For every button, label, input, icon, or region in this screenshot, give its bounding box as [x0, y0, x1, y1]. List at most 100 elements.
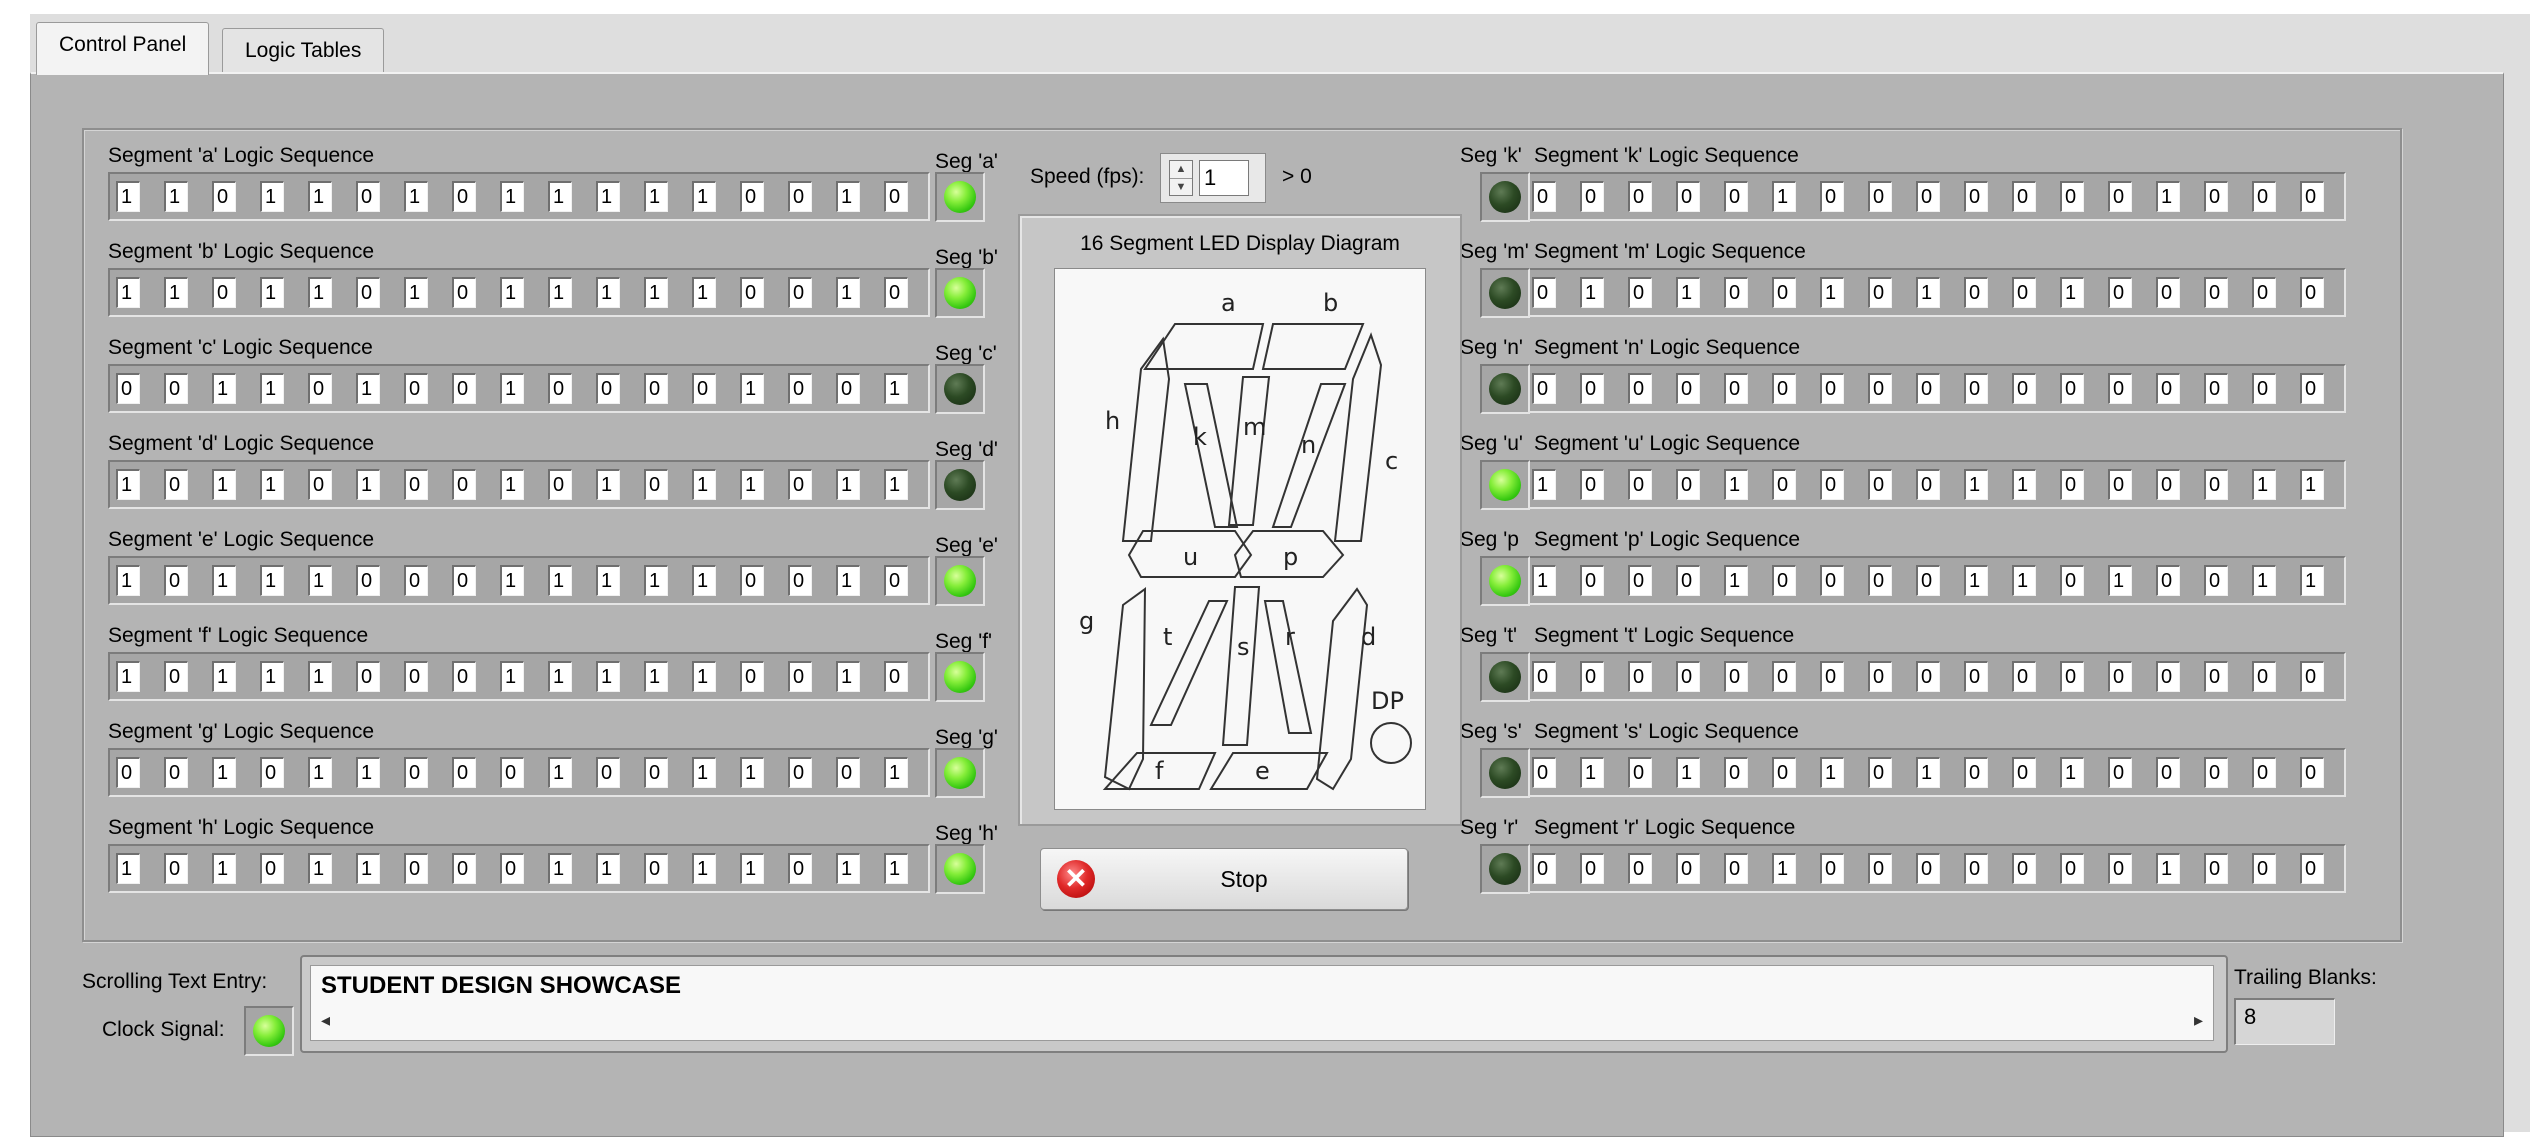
logic-bit-cell[interactable]: 0	[2012, 853, 2036, 884]
logic-bit-cell[interactable]: 1	[2060, 757, 2084, 788]
logic-bit-cell[interactable]: 1	[596, 661, 620, 692]
speed-spinner[interactable]: ▲ ▼	[1169, 160, 1193, 196]
logic-bit-cell[interactable]: 0	[1580, 469, 1604, 500]
logic-bit-cell[interactable]: 0	[1676, 469, 1700, 500]
logic-bit-cell[interactable]: 0	[2060, 469, 2084, 500]
logic-bit-cell[interactable]: 0	[1532, 277, 1556, 308]
logic-bit-cell[interactable]: 0	[644, 373, 668, 404]
logic-bit-cell[interactable]: 1	[596, 565, 620, 596]
logic-bit-cell[interactable]: 1	[644, 565, 668, 596]
logic-bit-cell[interactable]: 0	[1964, 853, 1988, 884]
logic-bit-cell[interactable]: 0	[1676, 181, 1700, 212]
tab-control-panel[interactable]: Control Panel	[36, 22, 210, 75]
logic-bit-cell[interactable]: 1	[1724, 565, 1748, 596]
logic-bit-cell[interactable]: 0	[1964, 373, 1988, 404]
logic-bit-cell[interactable]: 1	[836, 661, 860, 692]
logic-bit-cell[interactable]: 1	[740, 469, 764, 500]
logic-bit-cell[interactable]: 1	[1532, 469, 1556, 500]
logic-bit-cell[interactable]: 0	[2204, 757, 2228, 788]
logic-bit-cell[interactable]: 1	[212, 757, 236, 788]
tab-logic-tables[interactable]: Logic Tables	[222, 28, 385, 73]
logic-bit-cell[interactable]: 1	[884, 757, 908, 788]
logic-bit-cell[interactable]: 0	[740, 565, 764, 596]
logic-bit-cell[interactable]: 0	[1628, 661, 1652, 692]
logic-bit-cell[interactable]: 0	[788, 469, 812, 500]
logic-bit-cell[interactable]: 0	[644, 757, 668, 788]
logic-bit-cell[interactable]: 0	[404, 469, 428, 500]
logic-bit-cell[interactable]: 1	[692, 277, 716, 308]
logic-bit-cell[interactable]: 1	[356, 373, 380, 404]
logic-bit-cell[interactable]: 0	[1724, 853, 1748, 884]
logic-bit-cell[interactable]: 1	[212, 469, 236, 500]
logic-bit-cell[interactable]: 0	[644, 469, 668, 500]
logic-bit-cell[interactable]: 0	[2300, 277, 2324, 308]
logic-bit-cell[interactable]: 0	[356, 565, 380, 596]
logic-bit-cell[interactable]: 0	[1772, 661, 1796, 692]
logic-bit-cell[interactable]: 1	[212, 373, 236, 404]
logic-bit-cell[interactable]: 0	[2204, 277, 2228, 308]
stop-button[interactable]: ✕ Stop	[1040, 848, 1408, 910]
logic-bit-cell[interactable]: 0	[1676, 661, 1700, 692]
logic-bit-cell[interactable]: 1	[164, 277, 188, 308]
logic-bit-cell[interactable]: 0	[1868, 277, 1892, 308]
logic-bit-cell[interactable]: 1	[596, 277, 620, 308]
logic-bit-cell[interactable]: 0	[2252, 373, 2276, 404]
logic-bit-cell[interactable]: 1	[116, 853, 140, 884]
logic-bit-cell[interactable]: 1	[836, 853, 860, 884]
logic-bit-cell[interactable]: 0	[1628, 853, 1652, 884]
logic-bit-cell[interactable]: 0	[452, 277, 476, 308]
logic-bit-cell[interactable]: 0	[1964, 181, 1988, 212]
logic-bit-cell[interactable]: 0	[404, 661, 428, 692]
logic-bit-cell[interactable]: 0	[1580, 661, 1604, 692]
logic-bit-cell[interactable]: 0	[2060, 565, 2084, 596]
logic-bit-cell[interactable]: 0	[1628, 181, 1652, 212]
speed-control[interactable]: ▲ ▼ 1	[1160, 153, 1266, 203]
logic-bit-cell[interactable]: 0	[1820, 661, 1844, 692]
logic-bit-cell[interactable]: 0	[1676, 565, 1700, 596]
logic-bit-cell[interactable]: 1	[836, 565, 860, 596]
logic-bit-cell[interactable]: 0	[2156, 661, 2180, 692]
logic-bit-cell[interactable]: 0	[1916, 373, 1940, 404]
logic-bit-cell[interactable]: 0	[1532, 757, 1556, 788]
logic-bit-cell[interactable]: 1	[740, 373, 764, 404]
logic-bit-cell[interactable]: 0	[2252, 181, 2276, 212]
logic-bit-cell[interactable]: 0	[788, 757, 812, 788]
logic-bit-cell[interactable]: 0	[2156, 277, 2180, 308]
logic-bit-cell[interactable]: 0	[2060, 853, 2084, 884]
logic-bit-cell[interactable]: 1	[884, 373, 908, 404]
logic-bit-cell[interactable]: 0	[1916, 661, 1940, 692]
logic-bit-cell[interactable]: 0	[2300, 373, 2324, 404]
logic-bit-cell[interactable]: 0	[1676, 853, 1700, 884]
logic-bit-cell[interactable]: 0	[2156, 757, 2180, 788]
logic-bit-cell[interactable]: 0	[2108, 853, 2132, 884]
logic-bit-cell[interactable]: 1	[260, 661, 284, 692]
logic-bit-cell[interactable]: 1	[500, 181, 524, 212]
logic-bit-cell[interactable]: 0	[740, 181, 764, 212]
logic-bit-cell[interactable]: 0	[260, 853, 284, 884]
logic-bit-cell[interactable]: 1	[1676, 277, 1700, 308]
logic-bit-cell[interactable]: 1	[1916, 277, 1940, 308]
logic-bit-cell[interactable]: 1	[308, 757, 332, 788]
logic-bit-cell[interactable]: 0	[1580, 181, 1604, 212]
logic-bit-cell[interactable]: 0	[884, 277, 908, 308]
logic-bit-cell[interactable]: 0	[884, 565, 908, 596]
logic-bit-cell[interactable]: 0	[2156, 373, 2180, 404]
logic-bit-cell[interactable]: 0	[1772, 373, 1796, 404]
logic-bit-cell[interactable]: 0	[644, 853, 668, 884]
logic-bit-cell[interactable]: 0	[2204, 565, 2228, 596]
logic-bit-cell[interactable]: 0	[2156, 565, 2180, 596]
logic-bit-cell[interactable]: 0	[164, 373, 188, 404]
logic-bit-cell[interactable]: 0	[788, 661, 812, 692]
logic-bit-cell[interactable]: 1	[308, 661, 332, 692]
logic-bit-cell[interactable]: 0	[1628, 373, 1652, 404]
logic-bit-cell[interactable]: 1	[2300, 469, 2324, 500]
logic-bit-cell[interactable]: 0	[404, 757, 428, 788]
logic-bit-cell[interactable]: 0	[404, 565, 428, 596]
logic-bit-cell[interactable]: 0	[500, 853, 524, 884]
logic-bit-cell[interactable]: 0	[1868, 757, 1892, 788]
logic-bit-cell[interactable]: 1	[308, 181, 332, 212]
logic-bit-cell[interactable]: 0	[1868, 181, 1892, 212]
logic-bit-cell[interactable]: 1	[1772, 853, 1796, 884]
logic-bit-cell[interactable]: 1	[2060, 277, 2084, 308]
logic-bit-cell[interactable]: 1	[740, 757, 764, 788]
